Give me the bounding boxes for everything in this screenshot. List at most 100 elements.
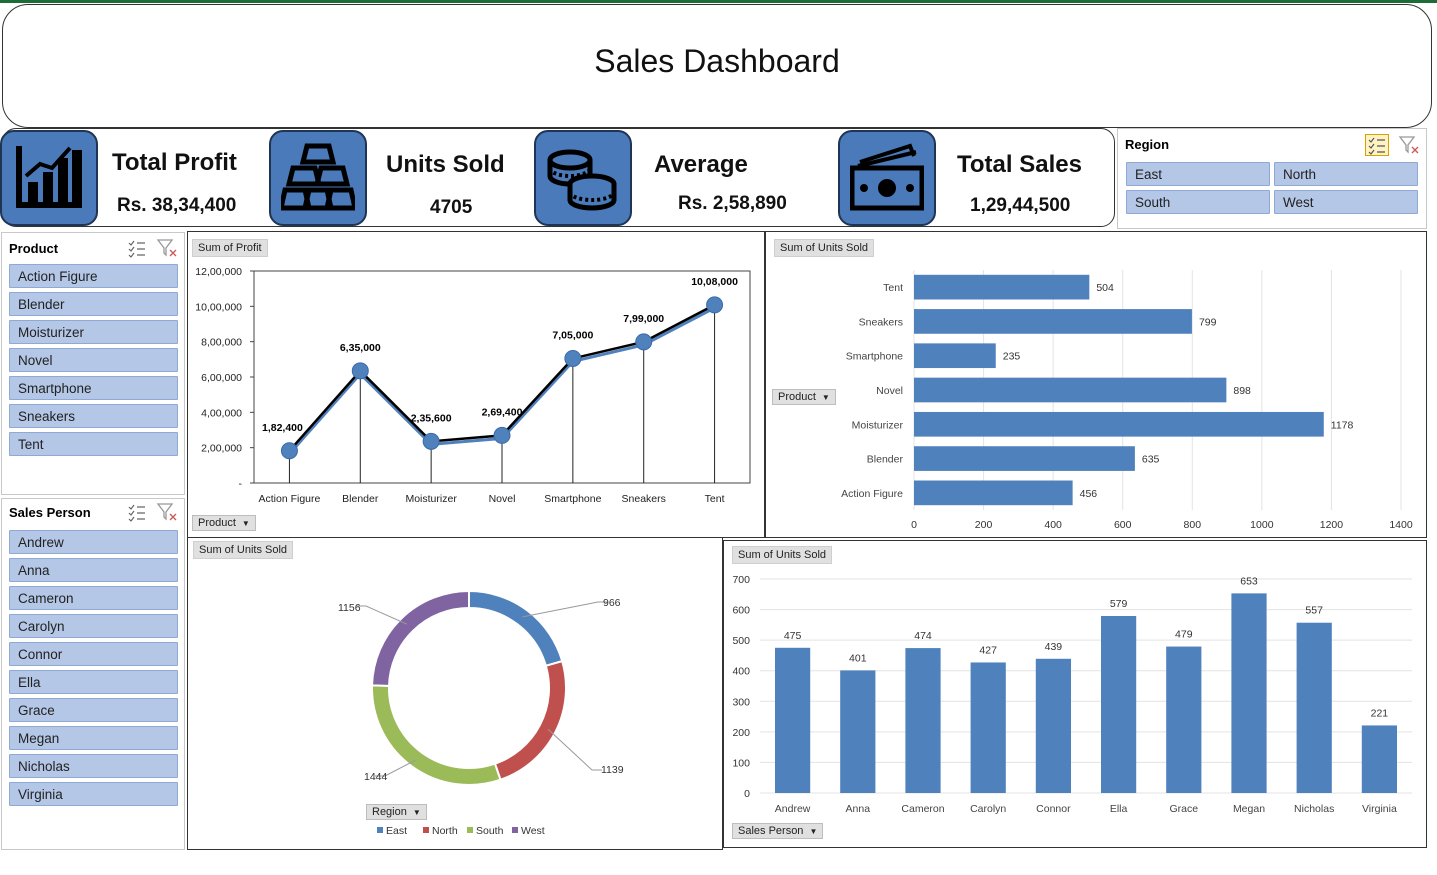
y-category-label: Tent (883, 282, 903, 294)
salesperson-item-carolyn[interactable]: Carolyn (9, 614, 178, 638)
product-units-bar (914, 309, 1192, 334)
units-product-svg: 0 200 400 600 800 1000 1200 1400 504 Tent 799 Sneak… (841, 270, 1413, 531)
salesperson-units-bar (970, 662, 1006, 793)
kpi-sales-value: 1,29,44,500 (970, 195, 1071, 216)
profit-point (351, 362, 369, 380)
donut-data-label: 966 (603, 597, 621, 609)
product-item-blender[interactable]: Blender (9, 292, 178, 316)
y-tick-label: 12,00,000 (195, 266, 242, 278)
cash-icon (850, 143, 924, 211)
region-item-east[interactable]: East (1126, 162, 1270, 186)
x-category-label: Tent (705, 493, 725, 505)
profit-chart-product-filter[interactable]: Product ▼ (192, 515, 256, 531)
clear-filter-icon[interactable] (156, 238, 178, 258)
legend-label-west: West (521, 825, 545, 837)
multi-select-icon[interactable] (126, 502, 148, 522)
y-category-label: Blender (867, 454, 904, 466)
salesperson-item-megan[interactable]: Megan (9, 726, 178, 750)
x-category-label: Moisturizer (405, 493, 457, 505)
x-tick-label: 1000 (1250, 519, 1274, 531)
profit-data-label: 7,05,000 (552, 329, 593, 341)
legend-swatch (423, 827, 429, 833)
product-item-action-figure[interactable]: Action Figure (9, 264, 178, 288)
units-chart-field-label: Product (778, 391, 816, 403)
x-category-label: Novel (489, 493, 516, 505)
salesperson-item-grace[interactable]: Grace (9, 698, 178, 722)
kpi-profit-title: Total Profit (112, 149, 237, 176)
multi-select-icon[interactable] (1365, 134, 1389, 156)
salesperson-item-connor[interactable]: Connor (9, 642, 178, 666)
y-tick-label: 700 (732, 574, 750, 586)
region-item-north[interactable]: North (1274, 162, 1418, 186)
y-category-label: Novel (876, 385, 903, 397)
salesperson-item-anna[interactable]: Anna (9, 558, 178, 582)
bar-data-label: 799 (1199, 316, 1217, 328)
leader-line (522, 601, 608, 618)
x-category-label: Grace (1170, 803, 1199, 815)
salesperson-item-ella[interactable]: Ella (9, 670, 178, 694)
units-by-product-chart: Sum of Units Sold 0 200 400 600 800 1000 1200 1… (765, 231, 1427, 538)
bar-data-label: 653 (1240, 575, 1258, 587)
salesperson-units-bar (1231, 593, 1267, 793)
donut-region-filter[interactable]: Region ▼ (366, 804, 427, 820)
salesperson-item-cameron[interactable]: Cameron (9, 586, 178, 610)
region-item-south[interactable]: South (1126, 190, 1270, 214)
legend-swatch (512, 827, 518, 833)
salesperson-units-bar (1296, 622, 1332, 793)
bar-data-label: 479 (1175, 629, 1193, 641)
units-chart-product-filter[interactable]: Product ▼ (772, 389, 836, 405)
bar-data-label: 579 (1110, 598, 1128, 610)
y-category-label: Sneakers (859, 316, 903, 328)
profit-chart-field-label: Product (198, 517, 236, 529)
multi-select-icon[interactable] (126, 238, 148, 258)
x-category-label: Sneakers (622, 493, 666, 505)
legend-swatch (467, 827, 473, 833)
bar-chart-icon (16, 146, 82, 208)
product-item-moisturizer[interactable]: Moisturizer (9, 320, 178, 344)
clear-filter-icon[interactable] (156, 502, 178, 522)
region-item-west[interactable]: West (1274, 190, 1418, 214)
x-category-label: Anna (846, 803, 871, 815)
salesperson-item-nicholas[interactable]: Nicholas (9, 754, 178, 778)
kpi-sales-title: Total Sales (957, 151, 1082, 178)
salesperson-item-andrew[interactable]: Andrew (9, 530, 178, 554)
bar-data-label: 235 (1003, 351, 1021, 363)
salesperson-item-virginia[interactable]: Virginia (9, 782, 178, 806)
y-tick-label: - (239, 478, 243, 490)
kpi-units-title: Units Sold (386, 151, 505, 178)
x-tick-label: 0 (911, 519, 917, 531)
product-item-smartphone[interactable]: Smartphone (9, 376, 178, 400)
y-tick-label: 500 (732, 635, 750, 647)
product-units-bar (914, 411, 1324, 437)
legend-label-east: East (386, 825, 407, 837)
profit-data-label: 2,69,400 (482, 406, 523, 418)
x-category-label: Smartphone (544, 493, 601, 505)
person-chart-filter[interactable]: Sales Person ▼ (732, 823, 824, 839)
donut-slice-east (468, 589, 564, 668)
gold-bars-icon (281, 143, 355, 211)
bar-data-label: 427 (979, 644, 997, 656)
donut-slice-south (371, 684, 502, 786)
coins-icon (547, 149, 617, 211)
salesperson-units-bar (1100, 615, 1137, 793)
profit-line-svg: - 2,00,000 4,00,000 6,00,000 8,00,000 10,00,0… (195, 266, 751, 505)
salesperson-units-bar (1035, 658, 1072, 793)
y-tick-label: 0 (744, 788, 750, 800)
x-category-label: Carolyn (970, 803, 1006, 815)
x-category-label: Virginia (1362, 803, 1397, 815)
bar-data-label: 635 (1142, 454, 1160, 466)
profit-point (422, 432, 440, 450)
product-item-sneakers[interactable]: Sneakers (9, 404, 178, 428)
y-tick-label: 8,00,000 (201, 337, 242, 349)
profit-line-chart: Sum of Profit -2,00,000 4,00,000 6,00,000 8… (187, 231, 765, 538)
donut-data-label: 1444 (364, 771, 388, 783)
clear-filter-icon[interactable] (1398, 135, 1420, 155)
bar-data-label: 898 (1233, 385, 1251, 397)
bar-data-label: 456 (1080, 488, 1098, 500)
product-item-tent[interactable]: Tent (9, 432, 178, 456)
product-item-novel[interactable]: Novel (9, 348, 178, 372)
profit-point (493, 426, 511, 444)
bar-data-label: 474 (914, 630, 932, 642)
kpi-units-value: 4705 (430, 197, 473, 218)
salesperson-units-bar (1166, 646, 1202, 793)
